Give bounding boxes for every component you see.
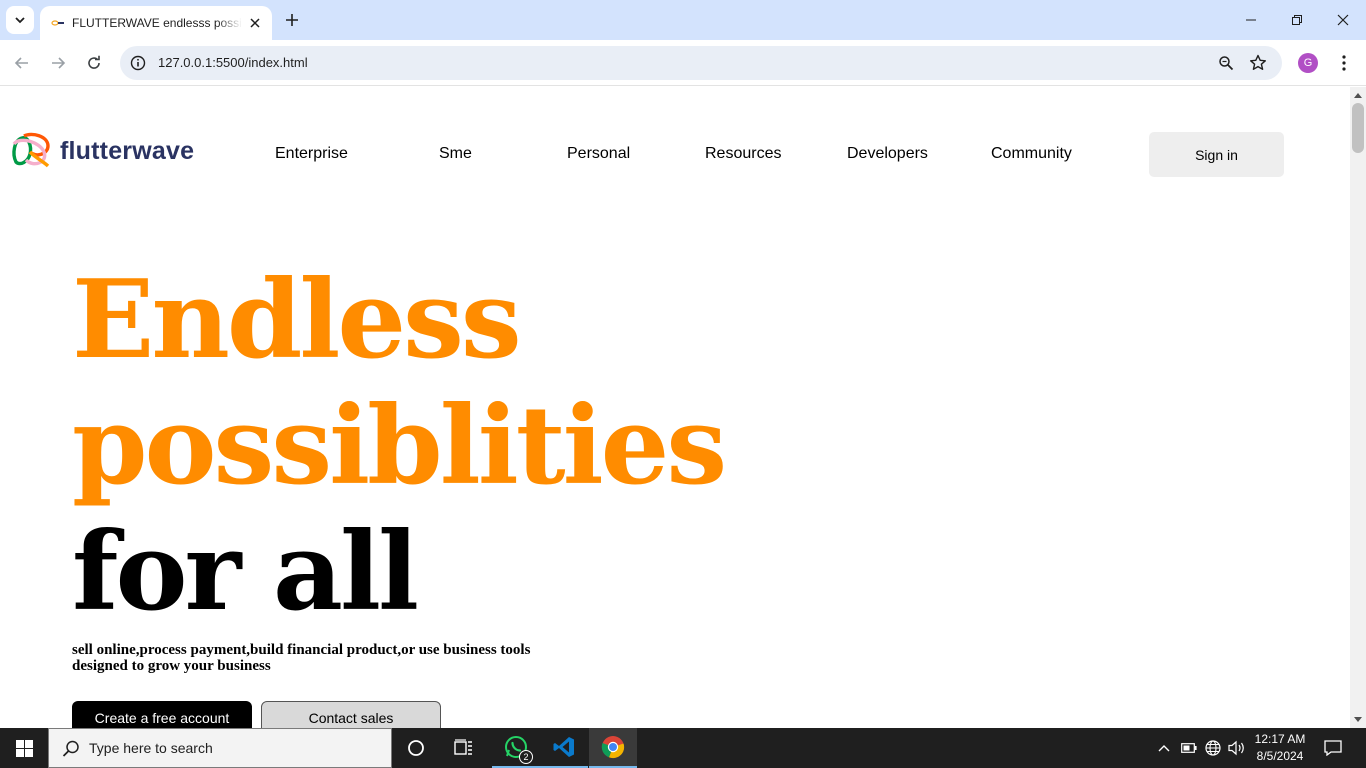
plus-icon <box>286 14 298 26</box>
page-viewport: flutterwave Enterprise Sme Personal Reso… <box>0 87 1350 728</box>
hero-line-1: Endless <box>72 257 522 383</box>
bookmark-star-icon[interactable] <box>1246 51 1270 75</box>
taskbar-clock[interactable]: 12:17 AM 8/5/2024 <box>1248 731 1312 765</box>
nav-developers[interactable]: Developers <box>847 145 928 163</box>
start-button[interactable] <box>0 728 48 768</box>
hero-subtitle: sell online,process payment,build financ… <box>72 642 531 674</box>
globe-icon <box>1205 740 1221 756</box>
notifications-button[interactable] <box>1318 728 1348 768</box>
volume-tray-button[interactable] <box>1226 728 1248 768</box>
vscode-icon <box>553 737 574 757</box>
show-hidden-icons-button[interactable] <box>1154 728 1174 768</box>
more-vertical-icon <box>1342 55 1346 71</box>
url-text: 127.0.0.1:5500/index.html <box>158 55 308 70</box>
scroll-up-icon[interactable] <box>1354 93 1362 98</box>
chevron-down-icon <box>15 17 25 24</box>
chrome-taskbar-button[interactable] <box>589 728 637 768</box>
close-window-button[interactable] <box>1320 4 1366 36</box>
chevron-up-icon <box>1158 745 1170 752</box>
restore-icon <box>1292 15 1302 25</box>
zoom-icon[interactable] <box>1214 51 1238 75</box>
profile-avatar[interactable]: G <box>1298 53 1318 73</box>
page-scrollbar[interactable] <box>1350 87 1366 728</box>
back-button[interactable] <box>8 49 36 77</box>
reload-icon <box>88 55 100 69</box>
windows-logo-icon <box>15 739 33 757</box>
site-info-icon[interactable] <box>126 51 150 75</box>
notification-icon <box>1324 740 1342 756</box>
clock-time: 12:17 AM <box>1254 732 1306 746</box>
network-tray-button[interactable] <box>1202 728 1224 768</box>
nav-community[interactable]: Community <box>991 145 1072 163</box>
whatsapp-taskbar-button[interactable]: 2 <box>492 728 540 768</box>
new-tab-button[interactable] <box>280 8 304 32</box>
speaker-icon <box>1228 740 1244 756</box>
browser-toolbar: 127.0.0.1:5500/index.html G <box>0 40 1366 86</box>
search-icon <box>62 740 79 757</box>
arrow-right-icon <box>52 57 66 69</box>
reload-button[interactable] <box>80 49 108 77</box>
taskbar-search-box[interactable]: Type here to search <box>48 728 392 768</box>
nav-sme[interactable]: Sme <box>439 145 472 163</box>
hero-line-3: for all <box>72 509 419 635</box>
vscode-taskbar-button[interactable] <box>540 728 588 768</box>
close-tab-icon[interactable] <box>246 14 264 32</box>
battery-tray-button[interactable] <box>1178 728 1200 768</box>
scroll-down-icon[interactable] <box>1354 717 1362 722</box>
flutterwave-favicon-icon <box>50 15 66 31</box>
address-bar[interactable]: 127.0.0.1:5500/index.html <box>120 46 1282 80</box>
windows-taskbar: Type here to search 2 12:17 AM 8/5/2024 <box>0 728 1366 768</box>
logo-wordmark: flutterwave <box>60 136 195 165</box>
forward-button[interactable] <box>44 49 72 77</box>
browser-menu-button[interactable] <box>1332 51 1356 75</box>
minimize-icon <box>1246 19 1256 21</box>
hero-heading: Endless possiblities for all <box>72 257 727 635</box>
task-view-button[interactable] <box>440 728 488 768</box>
scroll-thumb[interactable] <box>1352 103 1364 153</box>
cortana-circle-icon <box>408 740 424 756</box>
cortana-button[interactable] <box>392 728 440 768</box>
arrow-left-icon <box>14 57 28 69</box>
task-view-icon <box>454 739 472 755</box>
browser-tab-active[interactable]: FLUTTERWAVE endlesss possiblities <box>40 6 272 40</box>
create-account-button[interactable]: Create a free account <box>72 701 252 728</box>
taskbar-search-placeholder: Type here to search <box>89 740 213 756</box>
restore-button[interactable] <box>1274 4 1320 36</box>
flutterwave-logo-icon <box>12 132 50 168</box>
browser-tab-bar: FLUTTERWAVE endlesss possiblities <box>0 0 1366 40</box>
nav-personal[interactable]: Personal <box>567 145 630 163</box>
sign-in-button[interactable]: Sign in <box>1149 132 1284 177</box>
clock-date: 8/5/2024 <box>1256 749 1304 763</box>
minimize-button[interactable] <box>1228 4 1274 36</box>
chrome-icon <box>601 736 625 759</box>
battery-icon <box>1181 743 1197 753</box>
tab-title: FLUTTERWAVE endlesss possiblities <box>72 16 242 30</box>
tab-search-button[interactable] <box>6 6 34 34</box>
close-icon <box>1337 14 1349 26</box>
nav-enterprise[interactable]: Enterprise <box>275 145 348 163</box>
whatsapp-notification-badge: 2 <box>519 750 533 764</box>
nav-resources[interactable]: Resources <box>705 145 781 163</box>
flutterwave-logo[interactable]: flutterwave <box>10 132 194 170</box>
contact-sales-button[interactable]: Contact sales <box>261 701 441 728</box>
hero-line-2: possiblities <box>72 383 727 509</box>
